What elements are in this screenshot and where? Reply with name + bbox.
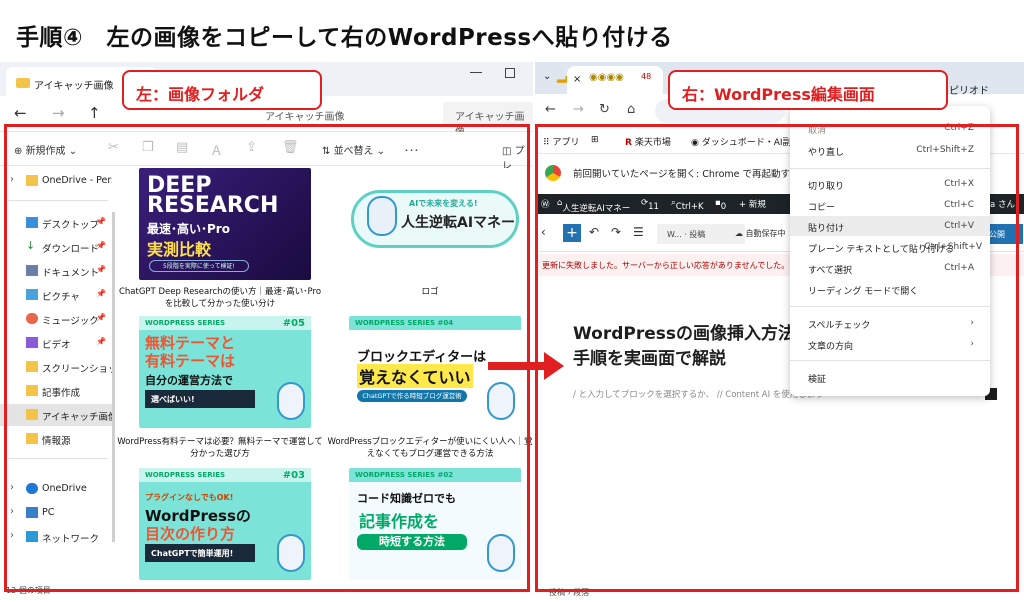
right-label-callout: 右：WordPress編集画面 — [668, 70, 948, 110]
forward-arrow-icon[interactable]: → — [52, 104, 65, 122]
maximize-icon[interactable] — [505, 68, 515, 78]
close-icon[interactable]: × — [573, 74, 581, 85]
search-input[interactable]: アイキャッチ画像 — [443, 102, 533, 138]
tab-search-icon[interactable]: ⌄ — [543, 71, 551, 82]
up-arrow-icon[interactable]: ↑ — [88, 104, 101, 122]
left-label-callout: 左：画像フォルダ — [122, 70, 322, 110]
reload-icon[interactable]: ↻ — [599, 102, 610, 117]
tab-badge: 48 — [641, 72, 652, 81]
arrow-right-icon — [488, 362, 546, 370]
home-icon[interactable]: ⌂ — [627, 102, 635, 117]
address-text: アイキャッチ画像 — [265, 112, 345, 123]
profile-hint: ピリオド — [949, 86, 989, 97]
left-highlight-frame — [4, 124, 530, 592]
page-title: 手順④ 左の画像をコピーして右のWordPressへ貼り付ける — [16, 25, 673, 51]
folder-icon — [16, 78, 30, 88]
browser-tab-active[interactable]: × ◉◉◉◉ 48 — [567, 66, 663, 94]
explorer-tab-title: アイキャッチ画像 — [34, 81, 114, 92]
forward-arrow-icon[interactable]: → — [573, 102, 584, 117]
right-highlight-frame — [535, 124, 1019, 592]
back-arrow-icon[interactable]: ← — [14, 104, 27, 122]
tab-favicons: ◉◉◉◉ — [589, 72, 624, 83]
minimize-icon[interactable] — [470, 72, 482, 73]
back-arrow-icon[interactable]: ← — [545, 102, 556, 117]
arrowhead-icon — [544, 352, 564, 380]
